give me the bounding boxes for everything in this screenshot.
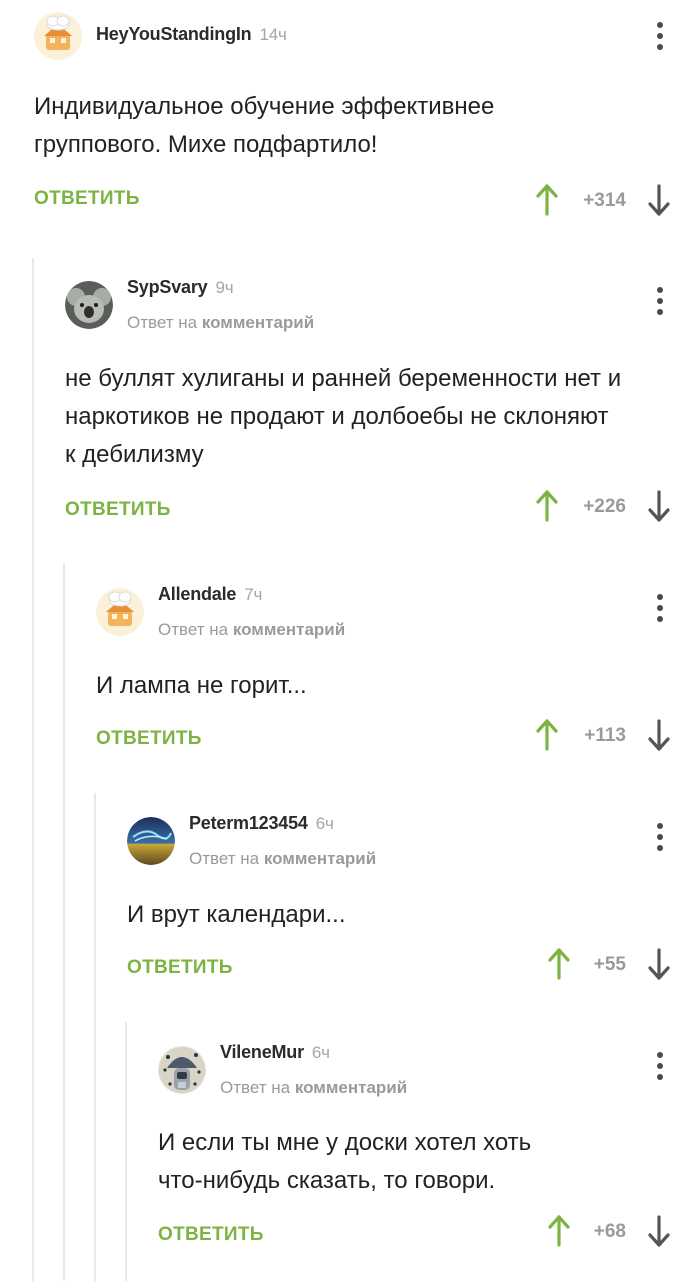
comment-text: И врут календари... [127,901,346,928]
koala-avatar-icon [65,281,113,329]
comment: SypSvary 9ч Ответ на комментарий не булля… [65,277,700,531]
avatar[interactable] [96,588,144,636]
landscape-avatar-icon [127,817,175,865]
comment-header: HeyYouStandingIn 14ч [34,12,700,72]
vote-score: +68 [593,1221,626,1242]
astronaut-avatar-icon [158,1046,206,1094]
thread-line-level-2 [63,563,65,1281]
more-options-icon[interactable] [648,16,672,56]
reply-target-link[interactable]: комментарий [233,620,345,639]
avatar[interactable] [127,817,175,865]
thread-line-level-1 [32,258,34,1281]
avatar[interactable] [65,281,113,329]
timestamp: 6ч [315,814,334,833]
author-name[interactable]: Allendale 7ч [158,584,262,605]
vote-score: +314 [583,190,626,211]
downvote-arrow-icon[interactable] [647,719,671,751]
comment-text: не буллят хулиганы и ранней беременности… [65,365,622,468]
comment-header: Allendale 7ч Ответ на комментарий [96,584,700,648]
comment-header: Peterm123454 6ч Ответ на комментарий [127,813,700,877]
timestamp: 14ч [259,25,287,44]
more-options-icon[interactable] [648,1046,672,1086]
comment: HeyYouStandingIn 14ч Индивидуальное обуче… [34,12,700,220]
reply-button[interactable]: ОТВЕТИТЬ [65,499,171,521]
timestamp: 9ч [215,278,234,297]
author-name[interactable]: HeyYouStandingIn 14ч [96,24,287,45]
reply-button[interactable]: ОТВЕТИТЬ [34,188,140,210]
downvote-arrow-icon[interactable] [647,1215,671,1247]
avatar[interactable] [158,1046,206,1094]
thread-line-level-3 [94,793,96,1281]
downvote-arrow-icon[interactable] [647,948,671,980]
reply-target-link[interactable]: комментарий [202,313,314,332]
timestamp: 6ч [311,1043,330,1062]
vote-score: +113 [584,725,626,746]
reply-to-label: Ответ на комментарий [127,313,315,332]
timestamp: 7ч [244,585,263,604]
avatar[interactable] [34,12,82,60]
comment-header: VileneMur 6ч Ответ на комментарий [158,1042,700,1106]
reply-button[interactable]: ОТВЕТИТЬ [127,957,233,979]
downvote-arrow-icon[interactable] [647,184,671,216]
vote-score: +55 [593,954,626,975]
comment-text: Индивидуальное обучение эффективнее груп… [34,93,495,158]
reply-button[interactable]: ОТВЕТИТЬ [158,1224,264,1246]
comment-header: SypSvary 9ч Ответ на комментарий [65,277,700,341]
author-name[interactable]: VileneMur 6ч [220,1042,330,1063]
house-avatar-icon [96,588,144,636]
thread-line-level-4 [125,1022,127,1281]
more-options-icon[interactable] [648,281,672,321]
reply-to-label: Ответ на комментарий [158,620,346,639]
more-options-icon[interactable] [648,588,672,628]
house-avatar-icon [34,12,82,60]
comment-text: И если ты мне у доски хотел хоть что-ниб… [158,1129,532,1194]
vote-score: +226 [583,496,626,517]
more-options-icon[interactable] [648,817,672,857]
author-name[interactable]: Peterm123454 6ч [189,813,334,834]
downvote-arrow-icon[interactable] [647,490,671,522]
author-name[interactable]: SypSvary 9ч [127,277,234,298]
reply-target-link[interactable]: комментарий [264,849,376,868]
reply-to-label: Ответ на комментарий [220,1078,408,1097]
reply-target-link[interactable]: комментарий [295,1078,407,1097]
comment-text: И лампа не горит... [96,672,307,699]
reply-button[interactable]: ОТВЕТИТЬ [96,728,202,750]
reply-to-label: Ответ на комментарий [189,849,377,868]
